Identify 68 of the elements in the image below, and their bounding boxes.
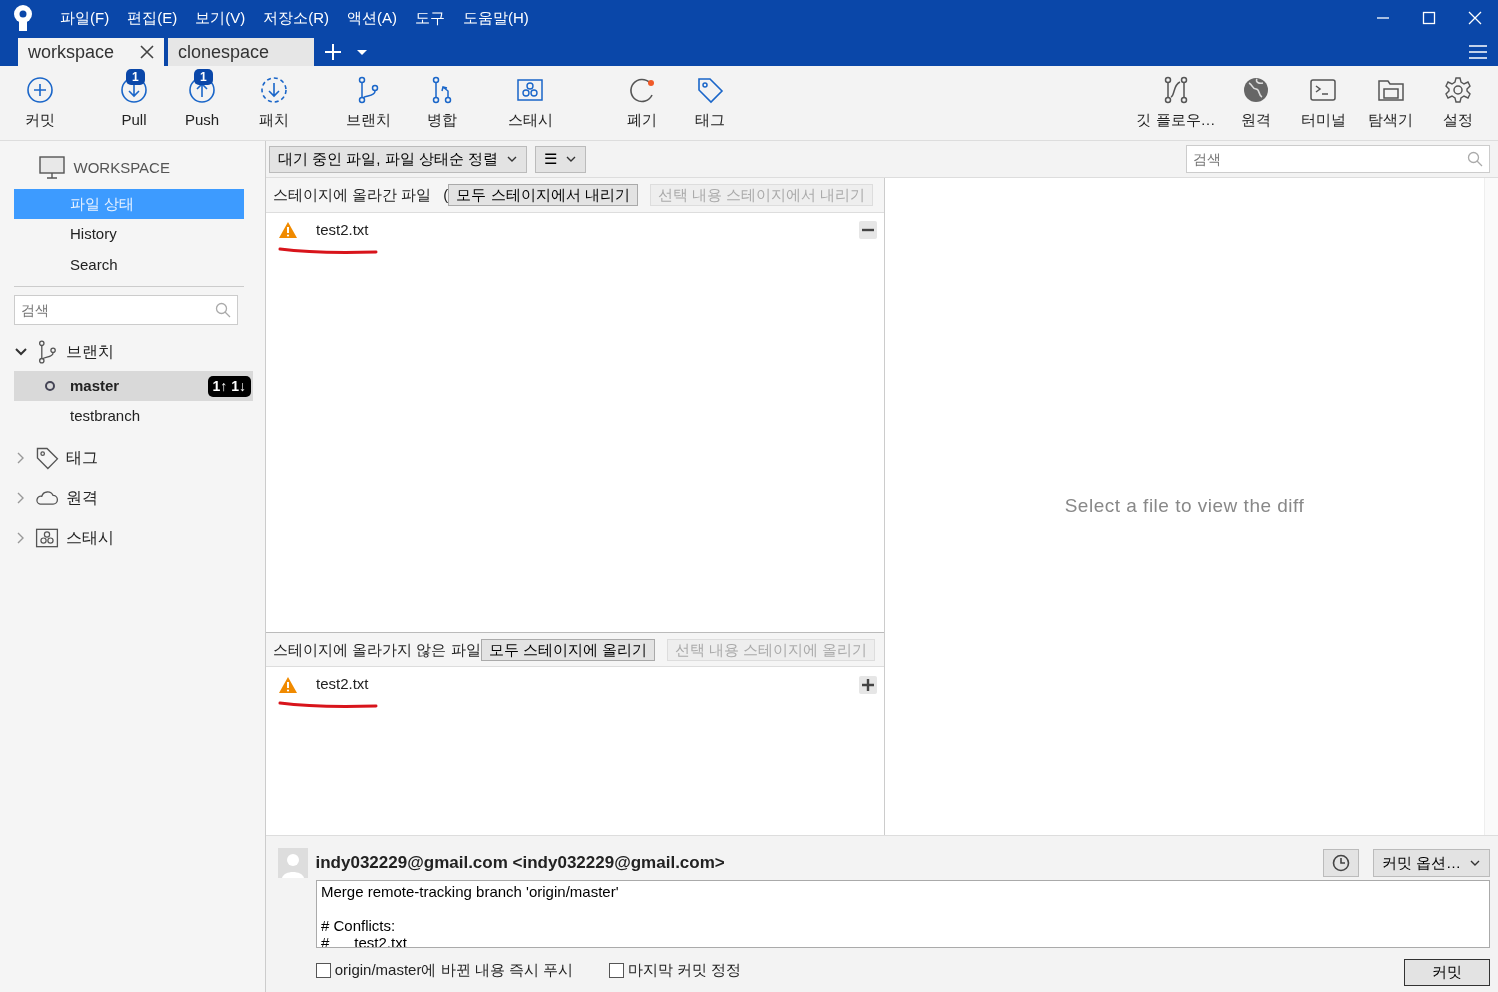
unstage-icon[interactable] bbox=[858, 220, 878, 241]
group-label[interactable]: 스태시 bbox=[66, 526, 114, 550]
clock-icon bbox=[1332, 854, 1351, 872]
toolbar-button[interactable]: 브랜치 bbox=[338, 74, 398, 132]
search-field[interactable]: 검색 bbox=[1186, 145, 1490, 173]
current-branch-icon bbox=[44, 380, 56, 392]
author-name: indy032229@gmail.com <indy032229@gmail.com> bbox=[315, 852, 725, 875]
commit-options-dropdown[interactable]: 커밋 옵션… bbox=[1372, 849, 1490, 877]
toolbar-button[interactable]: 원격 bbox=[1225, 74, 1286, 132]
menu-item[interactable]: 도구 bbox=[406, 6, 454, 30]
history-button[interactable] bbox=[1323, 849, 1360, 877]
group-label[interactable]: 태그 bbox=[66, 446, 98, 470]
view-dropdown[interactable]: ☰ bbox=[535, 145, 586, 173]
parenthesis-text: ( bbox=[443, 184, 449, 205]
file-name[interactable]: test2.txt bbox=[316, 219, 369, 242]
toolbar-button[interactable]: 터미널 bbox=[1293, 74, 1353, 132]
toolbar-button[interactable]: 태그 bbox=[680, 74, 740, 132]
stage-button[interactable]: 모두 스테이지에 올리기 bbox=[480, 638, 655, 661]
toolbar-button[interactable]: 병합 bbox=[412, 74, 472, 132]
section-title: 스테이지에 올라가지 않은 파일 bbox=[273, 639, 481, 660]
menu-item[interactable]: 보기(V) bbox=[186, 6, 255, 30]
search-icon bbox=[1467, 151, 1483, 167]
sort-dropdown[interactable]: 대기 중인 파일, 파일 상태순 정렬 bbox=[269, 145, 527, 173]
toolbar-button[interactable]: 패치 bbox=[244, 74, 304, 132]
fetch-icon bbox=[259, 74, 289, 105]
count-badge: 1 bbox=[126, 68, 145, 85]
toolbar-button[interactable]: 폐기 bbox=[612, 74, 672, 132]
close-icon[interactable] bbox=[140, 45, 154, 59]
document-tab[interactable]: clonespace bbox=[168, 38, 314, 66]
monitor-icon bbox=[38, 155, 66, 181]
commit-button[interactable]: 커밋 bbox=[1404, 958, 1490, 986]
group-label[interactable]: 브랜치 bbox=[66, 340, 114, 364]
sidebar-item[interactable]: History bbox=[14, 219, 244, 250]
toolbar-button[interactable]: 탐색기 bbox=[1360, 74, 1421, 132]
menu-item[interactable]: 편집(E) bbox=[118, 6, 187, 30]
maximize-icon[interactable] bbox=[1422, 11, 1436, 25]
toolbar-button[interactable]: 스태시 bbox=[500, 74, 560, 132]
toolbar-button[interactable]: 설정 bbox=[1428, 74, 1488, 132]
settings-icon bbox=[1443, 74, 1473, 105]
workspace-label: WORKSPACE bbox=[73, 157, 170, 178]
document-tab[interactable]: workspace bbox=[18, 38, 164, 66]
menu-item[interactable]: 액션(A) bbox=[338, 6, 406, 30]
menu-item[interactable]: 저장소(R) bbox=[254, 6, 338, 30]
scrollbar[interactable] bbox=[1484, 178, 1498, 835]
sidebar-item[interactable]: Search bbox=[14, 249, 244, 280]
warning-icon bbox=[278, 675, 298, 694]
search-field[interactable]: 검색 bbox=[14, 295, 238, 325]
checkbox[interactable]: 마지막 커밋 정정 bbox=[609, 958, 742, 982]
section-title: 스테이지에 올라간 파일 bbox=[273, 184, 432, 205]
count-badge: 1 bbox=[194, 68, 213, 85]
stage-button[interactable]: 모두 스테이지에서 내리기 bbox=[448, 184, 638, 206]
tag-icon bbox=[34, 445, 60, 471]
toolbar-button[interactable]: 커밋 bbox=[10, 74, 70, 132]
checkbox[interactable]: origin/master에 바뀐 내용 즉시 푸시 bbox=[316, 958, 574, 982]
stage-icon[interactable] bbox=[858, 674, 878, 695]
menu-item[interactable]: 도움말(H) bbox=[454, 6, 538, 30]
search-icon bbox=[215, 302, 231, 318]
warning-icon bbox=[278, 221, 298, 240]
toolbar-button[interactable]: 깃 플로우… bbox=[1134, 74, 1218, 132]
avatar-icon bbox=[278, 848, 308, 878]
commit-icon bbox=[25, 74, 55, 105]
branch-item[interactable]: testbranch bbox=[14, 401, 253, 431]
menu-item[interactable]: 파일(F) bbox=[51, 6, 119, 30]
group-label[interactable]: 원격 bbox=[66, 486, 98, 510]
ahead-behind-badge: 1↑ 1↓ bbox=[207, 375, 251, 397]
file-name[interactable]: test2.txt bbox=[316, 673, 369, 696]
branch-item[interactable]: master 1↑ 1↓ bbox=[14, 371, 253, 401]
empty-diff-message: Select a file to view the diff bbox=[1064, 494, 1305, 519]
